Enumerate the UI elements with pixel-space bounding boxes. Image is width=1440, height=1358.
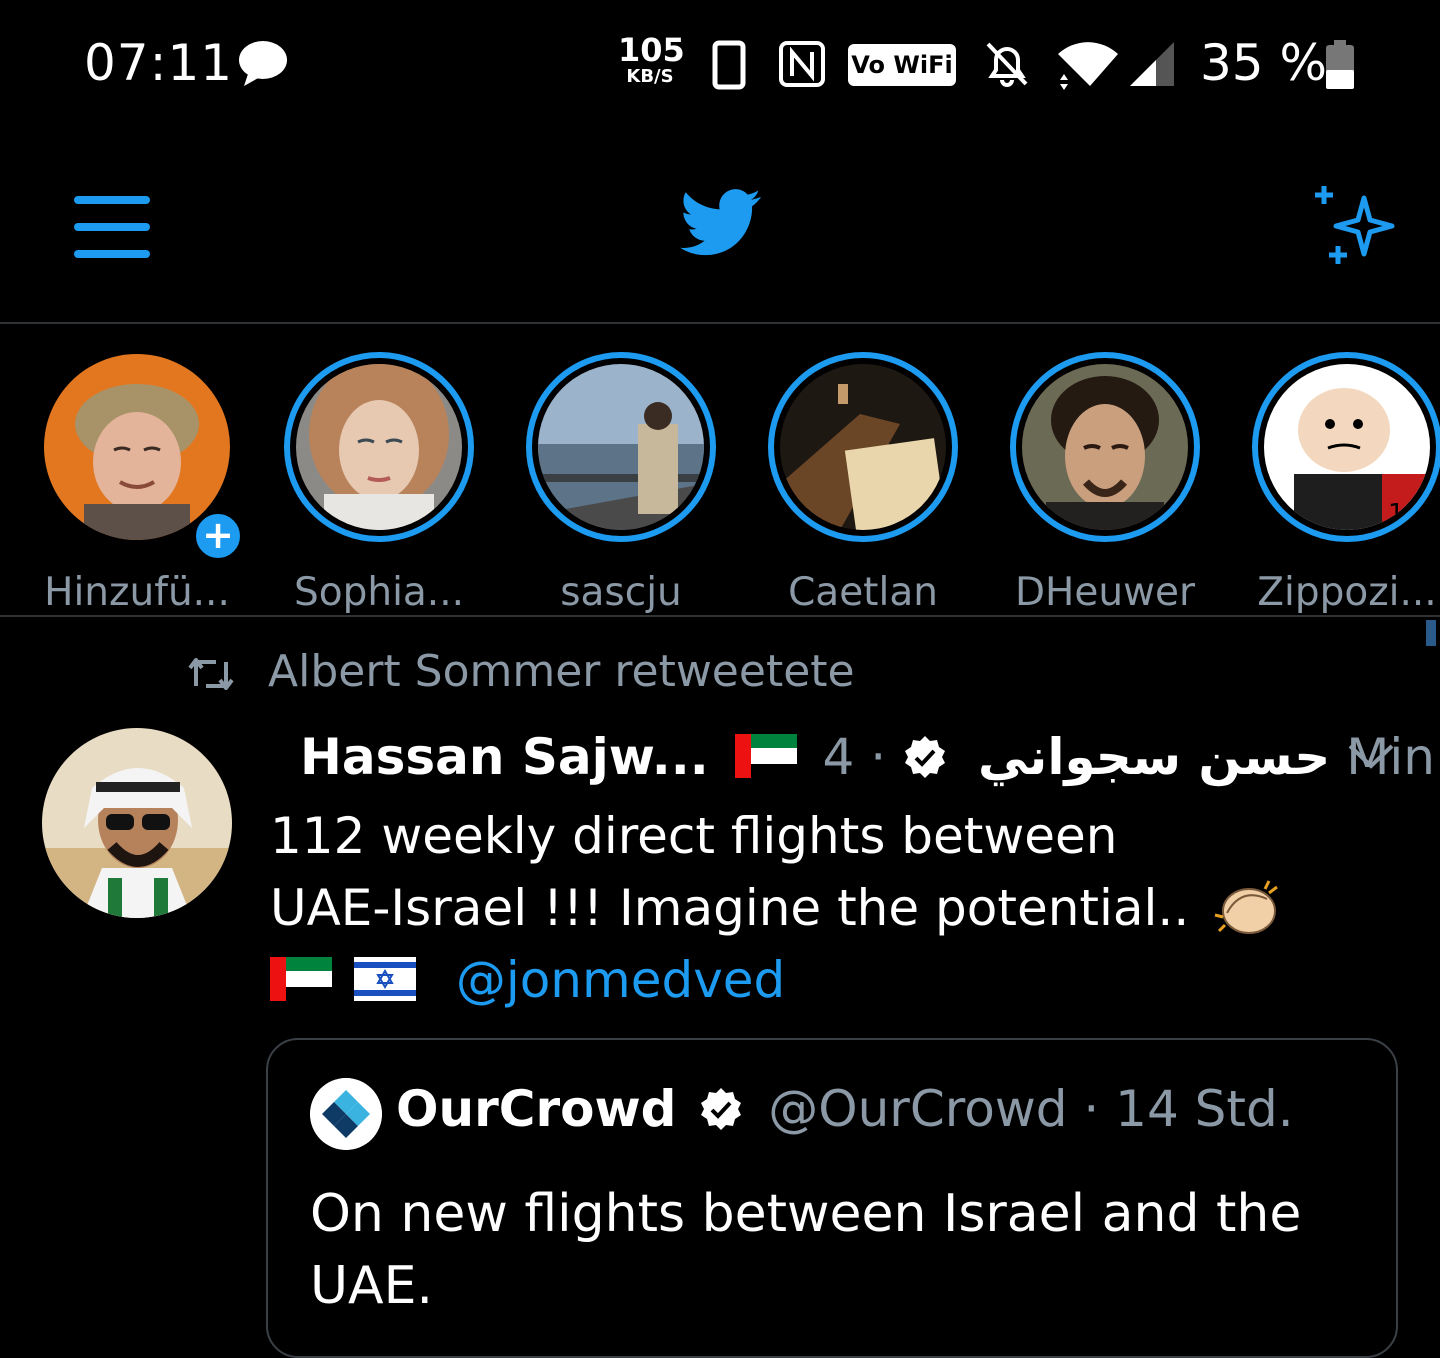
quote-header: OurCrowd @OurCrowd · 14 Std. bbox=[396, 1080, 1294, 1138]
tweet-header: Hassan Sajw... حسن سجواني · 4 Min. bbox=[300, 728, 1440, 794]
avatar: 18 bbox=[1264, 364, 1430, 530]
uae-flag-icon bbox=[270, 957, 332, 1001]
quote-display-name: OurCrowd bbox=[396, 1080, 677, 1138]
menu-icon[interactable] bbox=[72, 192, 152, 262]
verified-icon bbox=[701, 1088, 742, 1130]
status-bar: 07:11 105 KB/S Vo WiFi 35 % bbox=[0, 0, 1440, 126]
israel-flag-icon bbox=[353, 957, 416, 1001]
fleet-item[interactable]: Sophia... bbox=[266, 350, 486, 615]
tweet-text: 112 weekly direct flights between UAE-Is… bbox=[270, 800, 1400, 1016]
display-name[interactable]: Hassan Sajw... bbox=[300, 728, 709, 786]
fleet-name: Zippozi... bbox=[1257, 570, 1437, 615]
divider bbox=[0, 615, 1440, 617]
avatar bbox=[780, 364, 946, 530]
avatar bbox=[296, 364, 462, 530]
retweet-icon bbox=[188, 658, 234, 690]
quoted-tweet-card[interactable]: OurCrowd @OurCrowd · 14 Std. On new flig… bbox=[266, 1038, 1398, 1358]
status-time: 07:11 bbox=[84, 34, 234, 92]
twitter-logo bbox=[680, 189, 761, 256]
fleet-name: Caetlan bbox=[788, 570, 938, 615]
quote-text: On new flights between Israel and the UA… bbox=[310, 1184, 1302, 1316]
network-speed: 105 KB/S bbox=[618, 31, 685, 87]
fleet-item[interactable]: 18 Zippozi... bbox=[1234, 350, 1440, 615]
avatar bbox=[538, 364, 704, 530]
fleet-item[interactable]: sascju bbox=[508, 350, 728, 615]
vowifi-icon: Vo WiFi bbox=[848, 44, 956, 86]
quote-handle-time: @OurCrowd · 14 Std. bbox=[768, 1080, 1294, 1138]
top-app-bar bbox=[0, 126, 1440, 322]
phone-icon bbox=[712, 40, 746, 90]
fleet-item[interactable]: Caetlan bbox=[750, 350, 970, 615]
mention-link[interactable]: @jonmedved bbox=[456, 951, 785, 1009]
add-fleet-icon[interactable]: + bbox=[192, 510, 244, 562]
fleet-name: Hinzufü... bbox=[44, 570, 230, 615]
arabic-name[interactable]: حسن سجواني bbox=[978, 728, 1330, 786]
sparkle-icon[interactable] bbox=[1312, 184, 1400, 268]
clapping-hands-icon bbox=[1214, 880, 1279, 934]
chevron-down-icon[interactable] bbox=[1346, 740, 1396, 772]
verified-icon bbox=[905, 736, 946, 778]
fleets-row: + Hinzufü... Sophia... sascju Caetlan DH… bbox=[0, 324, 1440, 616]
battery-percent: 35 % bbox=[1200, 34, 1328, 92]
avatar bbox=[310, 1078, 382, 1150]
wifi-icon bbox=[1058, 42, 1118, 90]
signal-icon bbox=[1130, 42, 1174, 86]
uae-flag-icon bbox=[734, 734, 797, 778]
scroll-indicator bbox=[1426, 620, 1436, 646]
bell-off-icon bbox=[986, 42, 1028, 87]
fleet-name: sascju bbox=[560, 570, 682, 615]
fleet-item[interactable]: DHeuwer bbox=[992, 350, 1212, 615]
fleet-name: Sophia... bbox=[293, 570, 464, 615]
retweet-label[interactable]: Albert Sommer retweetete bbox=[268, 646, 855, 697]
chat-bubble-icon bbox=[239, 41, 287, 86]
battery-icon bbox=[1326, 40, 1354, 89]
fleet-name: DHeuwer bbox=[1015, 570, 1195, 615]
fleet-add[interactable]: + Hinzufü... bbox=[24, 350, 244, 615]
avatar bbox=[1022, 364, 1188, 530]
nfc-icon bbox=[779, 41, 825, 87]
avatar[interactable] bbox=[42, 728, 232, 918]
